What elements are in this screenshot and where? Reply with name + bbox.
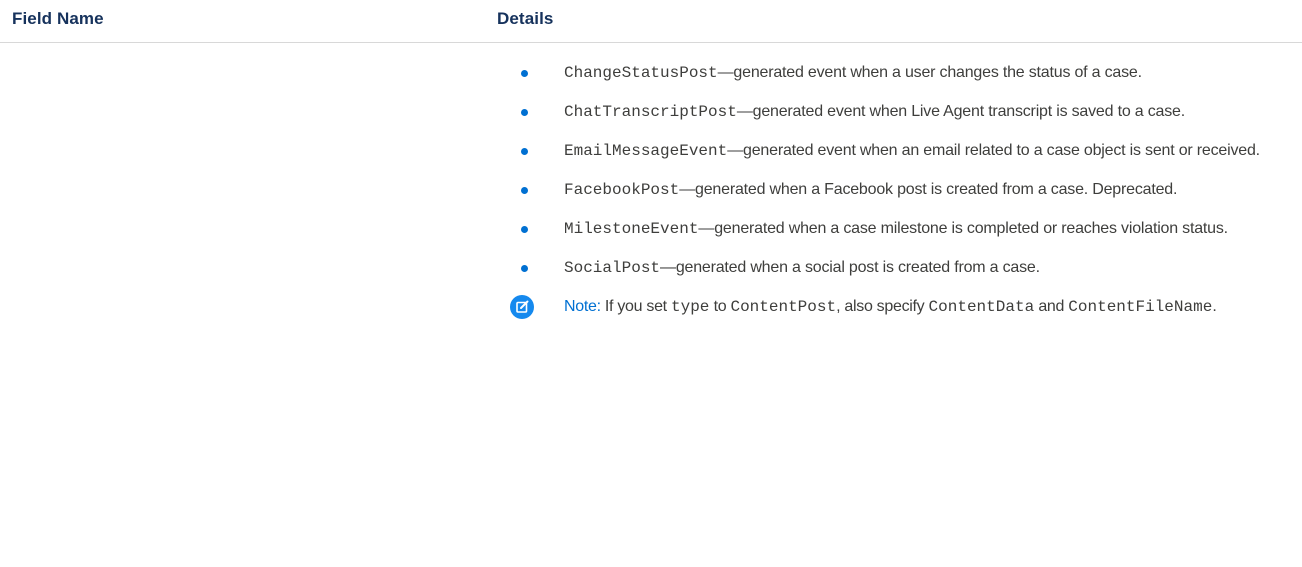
list-item: FacebookPost—generated when a Facebook p… — [510, 177, 1274, 203]
note-code: ContentFileName — [1068, 298, 1213, 316]
bullet-icon — [521, 109, 528, 116]
note-text: . — [1212, 298, 1217, 315]
field-name-header: Field Name — [12, 9, 104, 28]
note-text: to — [713, 298, 727, 315]
list-item: EmailMessageEvent—generated event when a… — [510, 138, 1274, 164]
bullet-icon — [521, 70, 528, 77]
note-text: If you set — [604, 298, 667, 315]
list-item: SocialPost—generated when a social post … — [510, 255, 1274, 281]
value-code: EmailMessageEvent — [564, 142, 728, 160]
field-table: Field Name Details — [0, 0, 1302, 43]
type-value-list: ChangeStatusPost—generated event when a … — [510, 60, 1300, 281]
value-code: ChatTranscriptPost — [564, 103, 737, 121]
list-item: ChatTranscriptPost—generated event when … — [510, 99, 1274, 125]
value-description: —generated event when an email related t… — [727, 142, 1260, 159]
table-header-row: Field Name Details — [0, 0, 1302, 43]
edit-note-icon — [510, 295, 534, 319]
value-description: —generated when a social post is created… — [660, 259, 1040, 276]
value-code: SocialPost — [564, 259, 661, 277]
note-code: ContentData — [928, 298, 1035, 316]
value-description: —generated event when a user changes the… — [717, 64, 1142, 81]
bullet-icon — [521, 148, 528, 155]
note-code: ContentPost — [730, 298, 837, 316]
value-code: ChangeStatusPost — [564, 64, 718, 82]
note-text: and — [1038, 298, 1065, 315]
bullet-icon — [521, 226, 528, 233]
note-callout: Note: If you set type to ContentPost, al… — [510, 294, 1284, 320]
value-description: —generated when a Facebook post is creat… — [679, 181, 1178, 198]
value-description: —generated when a case milestone is comp… — [698, 220, 1228, 237]
note-text: , also specify — [836, 298, 925, 315]
list-item: MilestoneEvent—generated when a case mil… — [510, 216, 1274, 242]
note-label: Note: — [564, 298, 601, 315]
value-code: MilestoneEvent — [564, 220, 699, 238]
value-code: FacebookPost — [564, 181, 680, 199]
list-item: ChangeStatusPost—generated event when a … — [510, 60, 1274, 86]
note-code: type — [671, 298, 710, 316]
bullet-icon — [521, 265, 528, 272]
details-header: Details — [497, 9, 554, 28]
value-description: —generated event when Live Agent transcr… — [736, 103, 1185, 120]
details-cell: ChangeStatusPost—generated event when a … — [510, 60, 1300, 320]
bullet-icon — [521, 187, 528, 194]
